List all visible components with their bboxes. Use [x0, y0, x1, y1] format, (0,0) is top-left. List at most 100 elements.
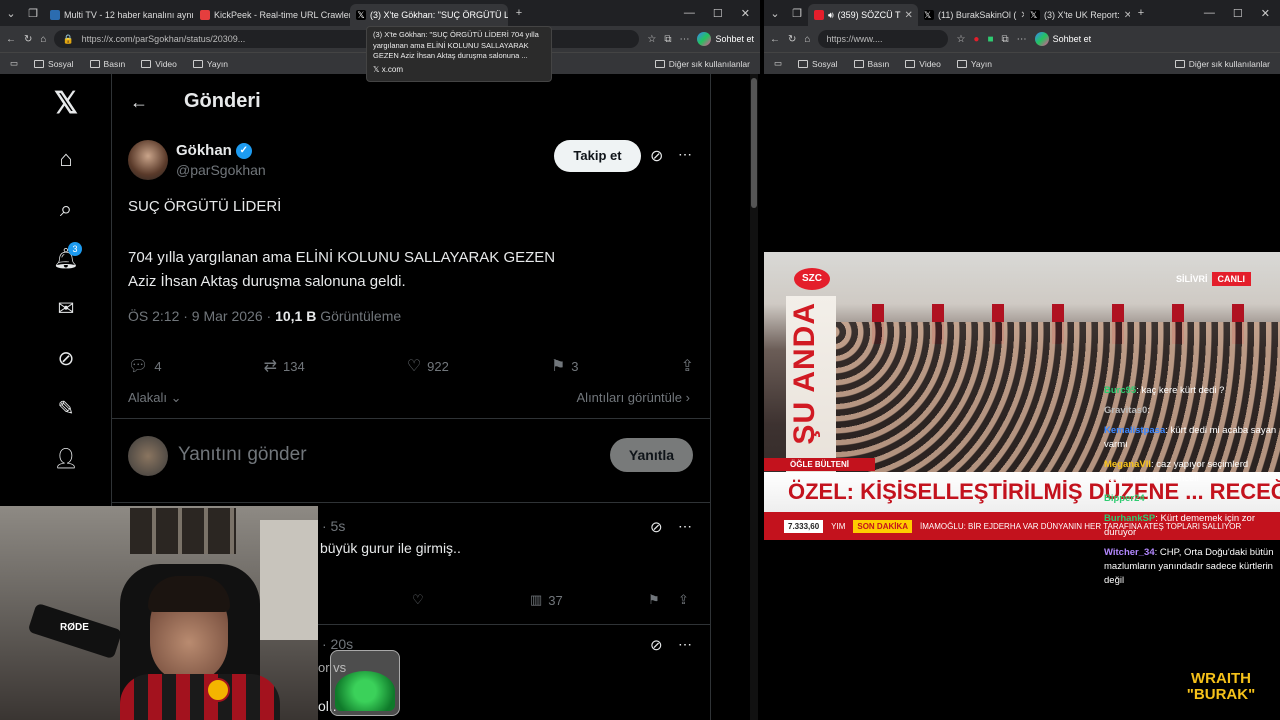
- refresh-icon[interactable]: ↻: [24, 34, 32, 45]
- back-icon[interactable]: ←: [770, 34, 780, 45]
- other-bookmarks[interactable]: Diğer sık kullanılanlar: [654, 59, 750, 69]
- views-button[interactable]: ▥ 37: [530, 592, 563, 608]
- more-options-icon[interactable]: ⋯: [678, 146, 692, 163]
- chat-user: BurhankSP: [1104, 513, 1156, 524]
- copilot-button[interactable]: Sohbet et: [697, 32, 754, 46]
- reply-button[interactable]: 💬︎ 4: [128, 356, 162, 376]
- folder-icon: [956, 59, 967, 68]
- copilot-label: Sohbet et: [715, 34, 754, 44]
- extension-icon[interactable]: ●: [973, 34, 979, 45]
- like-button[interactable]: ♡ 922: [407, 356, 449, 376]
- share-button[interactable]: ⇪: [678, 592, 689, 608]
- bookmark-folder[interactable]: Video: [141, 59, 177, 69]
- author-handle[interactable]: @parSgokhan: [176, 162, 266, 178]
- tab-burak[interactable]: 𝕏 (11) BurakSakinOl ( ✕: [918, 4, 1024, 26]
- minimize-icon[interactable]: —: [1204, 7, 1215, 20]
- maximize-icon[interactable]: ☐: [1233, 7, 1243, 20]
- reply-input[interactable]: Yanıtını gönder: [178, 444, 307, 466]
- bookmark-folder[interactable]: Yayın: [956, 59, 992, 69]
- tab-kickpeek[interactable]: KickPeek - Real-time URL Crawler ✕: [194, 4, 350, 26]
- view-quotes-link[interactable]: Alıntıları görüntüle ›: [577, 390, 690, 405]
- extensions-icon[interactable]: ⧉: [1002, 34, 1009, 45]
- reply-submit-button[interactable]: Yanıtla: [610, 438, 693, 472]
- relevance-dropdown[interactable]: Alakalı ⌄: [128, 390, 182, 406]
- repost-button[interactable]: ⇄ 134: [264, 356, 305, 376]
- search-icon[interactable]: ⌕: [40, 196, 92, 222]
- bookmark-folder[interactable]: Video: [905, 59, 941, 69]
- new-tab-button[interactable]: +: [1130, 7, 1152, 19]
- grok-icon[interactable]: ⊘: [40, 346, 92, 371]
- post-time[interactable]: ÖS 2:12 · 9 Mar 2026 ·: [128, 308, 275, 324]
- home-icon[interactable]: ⌂: [40, 146, 92, 172]
- messages-icon[interactable]: ✉: [40, 296, 92, 321]
- tab-actions-icon[interactable]: ⌄: [0, 7, 22, 20]
- grok-icon[interactable]: ⊘: [650, 146, 663, 166]
- tab-title: (3) X'te Gökhan: "SUÇ ÖRGÜTÜ Lİ: [370, 10, 508, 20]
- grok-icon[interactable]: ⊘: [650, 636, 663, 654]
- chat-message: Gravitas0:: [1104, 405, 1150, 416]
- grok-icon[interactable]: ⊘: [650, 518, 663, 536]
- menu-dots-icon[interactable]: ⋯: [679, 34, 689, 45]
- favorites-icon[interactable]: ☆: [647, 34, 656, 45]
- close-tab-icon[interactable]: ✕: [905, 10, 913, 21]
- tab-title: KickPeek - Real-time URL Crawler: [214, 10, 350, 20]
- bookmark-folder[interactable]: Basın: [853, 59, 889, 69]
- scrollbar-thumb[interactable]: [751, 78, 757, 208]
- url-field[interactable]: https://www....: [818, 30, 949, 48]
- more-options-icon[interactable]: ⋯: [678, 636, 692, 653]
- refresh-icon[interactable]: ↻: [788, 34, 796, 45]
- chat-message: MeganaVII: caz yapıyor seçimlerd yenilin…: [1104, 459, 1249, 484]
- scrollbar[interactable]: [750, 74, 758, 720]
- bookmark-folder[interactable]: Basın: [89, 59, 125, 69]
- menu-dots-icon[interactable]: ⋯: [1017, 34, 1027, 45]
- tab-multi-tv[interactable]: Multi TV - 12 haber kanalını aynı a ✕: [44, 4, 194, 26]
- bookmark-folder[interactable]: Yayın: [192, 59, 228, 69]
- workspaces-icon[interactable]: ❐: [22, 7, 44, 20]
- extension-icon[interactable]: ■: [987, 34, 993, 45]
- extensions-icon[interactable]: ⧉: [664, 34, 671, 45]
- folder-icon: [853, 59, 864, 68]
- home-icon[interactable]: ⌂: [40, 34, 46, 45]
- minimize-icon[interactable]: —: [684, 7, 695, 20]
- author-avatar[interactable]: [128, 140, 168, 180]
- workspaces-icon[interactable]: ❐: [786, 7, 808, 20]
- lists-icon[interactable]: ✎: [40, 396, 92, 421]
- favorites-icon[interactable]: ☆: [956, 34, 965, 45]
- ticker-text: YIM: [831, 521, 846, 531]
- bookmark-button[interactable]: ⚑ 3: [551, 356, 579, 376]
- chat-user: Kemalistpasa: [1104, 425, 1166, 436]
- maximize-icon[interactable]: ☐: [713, 7, 723, 20]
- tab-x-post[interactable]: 𝕏 (3) X'te Gökhan: "SUÇ ÖRGÜTÜ Lİ ✕: [350, 4, 508, 26]
- author-name[interactable]: Gökhan ✓: [176, 142, 252, 159]
- reply-time[interactable]: · 5s: [322, 518, 345, 534]
- audio-icon[interactable]: 🔊︎: [828, 10, 834, 21]
- bookmark-button[interactable]: ⚑: [648, 592, 660, 608]
- share-button[interactable]: ⇪: [681, 356, 694, 376]
- tab-actions-icon[interactable]: ⌄: [764, 7, 786, 20]
- more-options-icon[interactable]: ⋯: [678, 518, 692, 535]
- close-window-icon[interactable]: ✕: [1261, 7, 1270, 20]
- new-tab-button[interactable]: +: [508, 7, 530, 19]
- chevron-right-icon: ›: [685, 390, 690, 405]
- bookmark-label: Video: [155, 58, 177, 69]
- tab-uk-report[interactable]: 𝕏 (3) X'te UK Report: ✕: [1024, 4, 1130, 26]
- notifications-icon[interactable]: 🔔︎ 3: [40, 242, 92, 271]
- import-favorites-icon[interactable]: ▭: [774, 58, 782, 69]
- tab-sozcu[interactable]: 🔊︎ (359) SÖZCÜ T ✕: [808, 4, 918, 26]
- other-bookmarks[interactable]: Diğer sık kullanılanlar: [1174, 59, 1270, 69]
- import-favorites-icon[interactable]: ▭: [10, 58, 18, 69]
- home-icon[interactable]: ⌂: [804, 34, 810, 45]
- copilot-button[interactable]: Sohbet et: [1034, 32, 1091, 46]
- x-logo-icon[interactable]: 𝕏: [40, 86, 92, 121]
- bookmark-label: Video: [919, 58, 941, 69]
- back-arrow-icon[interactable]: ←: [130, 92, 148, 113]
- back-icon[interactable]: ←: [6, 34, 16, 45]
- bookmark-folder[interactable]: Sosyal: [34, 59, 74, 69]
- share-icon: ⇪: [680, 358, 694, 375]
- like-button[interactable]: ♡: [412, 592, 424, 608]
- post-text-line: 704 yılla yargılanan ama ELİNİ KOLUNU SA…: [128, 249, 556, 266]
- follow-button[interactable]: Takip et: [554, 140, 641, 172]
- close-window-icon[interactable]: ✕: [741, 7, 750, 20]
- bookmark-folder[interactable]: Sosyal: [798, 59, 838, 69]
- profile-icon[interactable]: 👤︎: [40, 446, 92, 471]
